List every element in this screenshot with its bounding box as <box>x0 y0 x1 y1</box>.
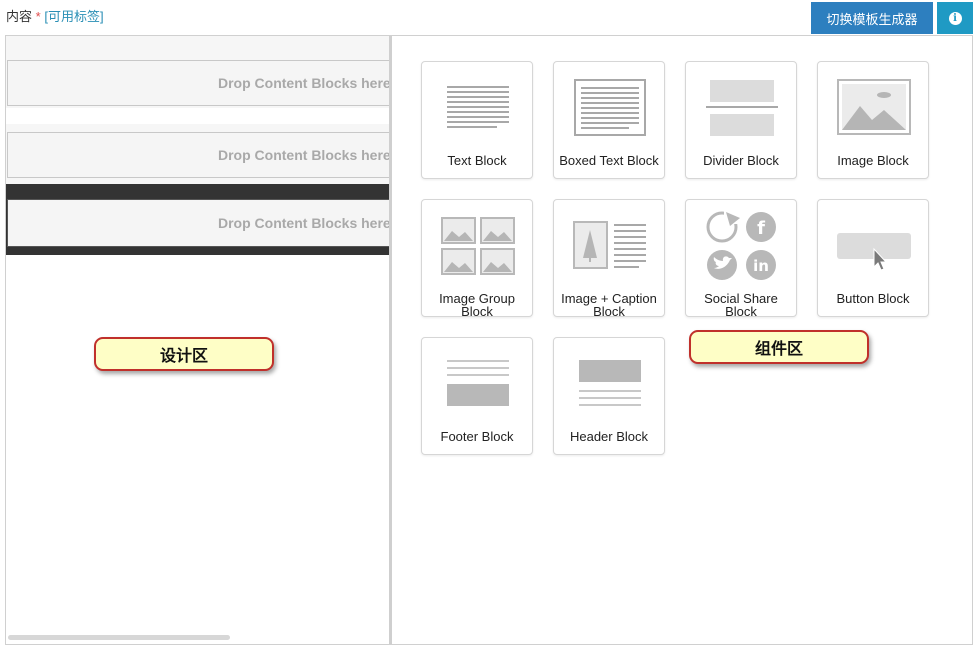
block-tile-button[interactable]: Button Block <box>817 199 929 317</box>
block-label: Boxed Text Block <box>559 153 659 168</box>
block-label: Image + Caption Block <box>561 291 657 319</box>
block-tile-image-caption[interactable]: Image + Caption Block <box>553 199 665 319</box>
top-bar: 内容 * [可用标签] 切换模板生成器 i <box>0 0 979 36</box>
block-tile-footer[interactable]: Footer Block <box>421 337 533 455</box>
drop-zone[interactable]: Drop Content Blocks here <box>7 199 389 247</box>
block-tile-boxed-text[interactable]: Boxed Text Block <box>553 61 665 179</box>
info-button[interactable]: i <box>937 2 973 34</box>
block-tile-text[interactable]: Text Block <box>421 61 533 179</box>
available-tags-link[interactable]: [可用标签] <box>44 9 103 24</box>
block-tile-image[interactable]: Image Block <box>817 61 929 179</box>
required-mark: * <box>35 9 41 24</box>
info-icon: i <box>948 11 962 25</box>
svg-text:in: in <box>753 257 769 275</box>
block-label: Button Block <box>836 291 910 306</box>
horizontal-scrollbar[interactable] <box>8 635 230 640</box>
drop-zone[interactable]: Drop Content Blocks here <box>7 132 389 178</box>
svg-text:f: f <box>757 218 765 239</box>
drop-zone[interactable]: Drop Content Blocks here <box>7 60 389 106</box>
block-tile-social-share[interactable]: f in Social Share Block <box>685 199 797 319</box>
block-label: Image Block <box>837 153 909 168</box>
content-field-label: 内容 * [可用标签] <box>6 6 104 25</box>
block-label: Divider Block <box>703 153 779 168</box>
block-label: Image Group Block <box>439 291 515 319</box>
design-area-callout: 设计区 <box>94 337 274 371</box>
block-label: Footer Block <box>440 429 514 444</box>
panel-splitter[interactable] <box>389 36 392 644</box>
block-label: Social Share Block <box>704 291 778 319</box>
block-tile-header[interactable]: Header Block <box>553 337 665 455</box>
block-tile-image-group[interactable]: Image Group Block <box>421 199 533 319</box>
block-tile-divider[interactable]: Divider Block <box>685 61 797 179</box>
component-area-callout: 组件区 <box>689 330 869 364</box>
block-label: Text Block <box>447 153 507 168</box>
block-label: Header Block <box>569 429 649 444</box>
design-row: Drop Content Blocks here <box>6 124 389 184</box>
component-panel: Text Block Boxed Text Block Divider Bloc… <box>393 36 972 644</box>
switch-template-builder-button[interactable]: 切换模板生成器 <box>811 2 933 34</box>
design-row: Drop Content Blocks here <box>6 36 389 108</box>
field-label-text: 内容 <box>6 9 33 24</box>
design-row-dark: Drop Content Blocks here <box>6 184 389 255</box>
